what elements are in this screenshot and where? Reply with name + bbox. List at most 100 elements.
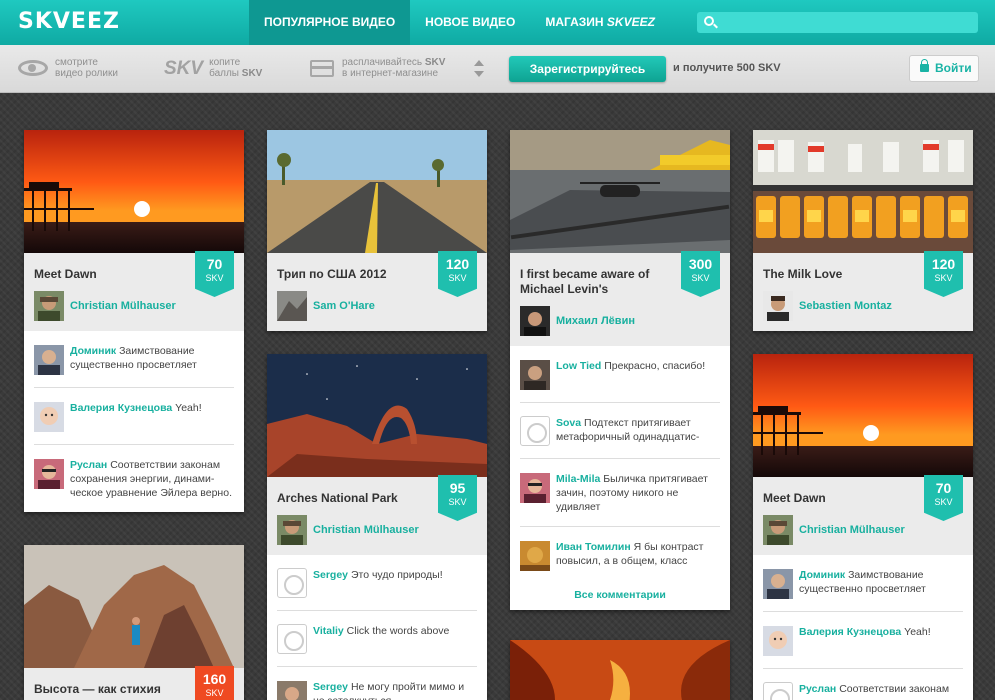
default-avatar-icon[interactable] bbox=[277, 568, 307, 598]
comment-author[interactable]: Иван Томилин bbox=[556, 541, 631, 553]
skv-unit: SKV bbox=[934, 497, 953, 507]
avatar[interactable] bbox=[34, 402, 64, 432]
video-thumbnail[interactable] bbox=[753, 354, 973, 477]
video-card[interactable]: Arches National Park 95 SKV Christian Mül… bbox=[267, 354, 487, 700]
nav-new-video[interactable]: НОВОЕ ВИДЕО bbox=[410, 0, 530, 45]
login-label: Войти bbox=[935, 61, 972, 75]
video-author[interactable]: Christian Mülhauser bbox=[277, 515, 477, 545]
skv-value: 70 bbox=[935, 480, 952, 496]
avatar bbox=[520, 306, 550, 336]
video-author[interactable]: Sebastien Montaz bbox=[763, 291, 963, 321]
comment-author[interactable]: Доминик bbox=[799, 569, 845, 581]
video-title[interactable]: Meet Dawn bbox=[34, 267, 184, 282]
comment-author[interactable]: Валерия Кузнецова bbox=[799, 626, 901, 638]
comment-list: Sergey Это чудо природы! Vitaliy Click t… bbox=[267, 555, 487, 700]
avatar[interactable] bbox=[520, 473, 550, 503]
step-collect-line1: копите bbox=[209, 57, 241, 68]
comment-text: Click the words above bbox=[346, 625, 450, 637]
video-card[interactable] bbox=[510, 640, 730, 700]
comment-author[interactable]: Low Tied bbox=[556, 360, 601, 372]
video-thumbnail[interactable] bbox=[24, 545, 244, 668]
video-title[interactable]: Arches National Park bbox=[277, 491, 427, 506]
video-card[interactable]: Высота — как стихия 160 SKV bbox=[24, 545, 244, 700]
all-comments-link[interactable]: Все комментарии bbox=[510, 583, 730, 610]
nav-shop-label: МАГАЗИН bbox=[545, 15, 604, 29]
toggle-arrows-icon[interactable] bbox=[474, 60, 484, 80]
avatar[interactable] bbox=[34, 345, 64, 375]
video-title[interactable]: The Milk Love bbox=[763, 267, 913, 282]
avatar[interactable] bbox=[277, 681, 307, 700]
video-thumbnail[interactable] bbox=[510, 640, 730, 700]
default-avatar-icon[interactable] bbox=[277, 624, 307, 654]
default-avatar-icon[interactable] bbox=[520, 416, 550, 446]
video-thumbnail[interactable] bbox=[510, 130, 730, 253]
video-card[interactable]: Трип по США 2012 120 SKV Sam O'Hare bbox=[267, 130, 487, 331]
skv-value: 95 bbox=[449, 480, 466, 496]
credit-card-icon bbox=[310, 59, 334, 77]
nav-popular-video[interactable]: ПОПУЛЯРНОЕ ВИДЕО bbox=[249, 0, 411, 45]
step-pay-skv: SKV bbox=[424, 57, 446, 68]
comment: Руслан Соответствии законам сохранения э… bbox=[34, 445, 234, 512]
video-title[interactable]: Высота — как стихия bbox=[34, 682, 184, 697]
skv-unit: SKV bbox=[934, 273, 953, 283]
video-thumbnail[interactable] bbox=[267, 130, 487, 253]
avatar[interactable] bbox=[520, 541, 550, 571]
skv-unit: SKV bbox=[691, 273, 710, 283]
video-thumbnail[interactable] bbox=[24, 130, 244, 253]
video-author[interactable]: Christian Mülhauser bbox=[763, 515, 963, 545]
comment-author[interactable]: Sergey bbox=[313, 569, 348, 581]
default-avatar-icon[interactable] bbox=[763, 682, 793, 700]
comment: Иван Томилин Я бы контраст повысил, а в … bbox=[520, 527, 720, 583]
comment: Валерия Кузнецова Yeah! bbox=[34, 388, 234, 445]
comment-author[interactable]: Vitaliy bbox=[313, 625, 344, 637]
comment-author[interactable]: Sova bbox=[556, 417, 581, 429]
logo[interactable]: SKVEEZ bbox=[18, 9, 120, 34]
search-input[interactable] bbox=[697, 12, 978, 33]
comment-author[interactable]: Валерия Кузнецова bbox=[70, 402, 172, 414]
avatar bbox=[34, 291, 64, 321]
video-author[interactable]: Михаил Лёвин bbox=[520, 306, 720, 336]
video-title[interactable]: Meet Dawn bbox=[763, 491, 913, 506]
author-name: Christian Mülhauser bbox=[70, 300, 176, 312]
step-watch-line1: смотрите bbox=[55, 57, 98, 68]
avatar[interactable] bbox=[763, 626, 793, 656]
video-thumbnail[interactable] bbox=[753, 130, 973, 253]
skv-badge: 70 SKV bbox=[924, 475, 963, 521]
comment-text: Это чудо природы! bbox=[350, 569, 443, 581]
skv-badge: 70 SKV bbox=[195, 251, 234, 297]
video-title[interactable]: Трип по США 2012 bbox=[277, 267, 427, 282]
comment-text: Yeah! bbox=[904, 626, 931, 638]
video-card[interactable]: I first became aware of Michael Levin's … bbox=[510, 130, 730, 610]
avatar[interactable] bbox=[763, 569, 793, 599]
comment-author[interactable]: Sergey bbox=[313, 681, 348, 693]
comment-author[interactable]: Mila-Mila bbox=[556, 473, 600, 485]
comment-author[interactable]: Доминик bbox=[70, 345, 116, 357]
skv-unit: SKV bbox=[205, 273, 224, 283]
video-thumbnail[interactable] bbox=[267, 354, 487, 477]
avatar[interactable] bbox=[520, 360, 550, 390]
comment-author[interactable]: Руслан bbox=[799, 683, 836, 695]
step-pay: расплачивайтесь SKV в интернет-магазине bbox=[310, 57, 445, 79]
video-author[interactable]: Sam O'Hare bbox=[277, 291, 477, 321]
login-button[interactable]: Войти bbox=[909, 55, 979, 82]
video-author[interactable]: Christian Mülhauser bbox=[34, 291, 234, 321]
step-pay-line1: расплачивайтесь bbox=[342, 57, 423, 68]
video-title[interactable]: I first became aware of Michael Levin's bbox=[520, 267, 670, 297]
skv-unit: SKV bbox=[448, 497, 467, 507]
video-card[interactable]: Meet Dawn 70 SKV Christian Mülhauser Доми… bbox=[24, 130, 244, 512]
nav-shop[interactable]: МАГАЗИН SKVEEZ bbox=[530, 0, 670, 45]
skv-value: 300 bbox=[688, 256, 713, 272]
comment-author[interactable]: Руслан bbox=[70, 459, 107, 471]
comment-text: Соответствии законам bbox=[839, 683, 950, 695]
avatar[interactable] bbox=[34, 459, 64, 489]
author-name: Михаил Лёвин bbox=[556, 315, 635, 327]
comment: Доминик Заимствование существенно просве… bbox=[34, 331, 234, 388]
video-card[interactable]: Meet Dawn 70 SKV Christian Mülhauser Доми… bbox=[753, 354, 973, 700]
comment-text: Прекрасно, спасибо! bbox=[604, 360, 706, 372]
register-button[interactable]: Зарегистрируйтесь bbox=[509, 56, 666, 82]
video-card[interactable]: The Milk Love 120 SKV Sebastien Montaz bbox=[753, 130, 973, 331]
comment-list: Доминик Заимствование существенно просве… bbox=[753, 555, 973, 700]
eye-icon bbox=[18, 60, 48, 76]
register-bonus-text: и получите 500 SKV bbox=[673, 62, 781, 74]
avatar bbox=[277, 515, 307, 545]
